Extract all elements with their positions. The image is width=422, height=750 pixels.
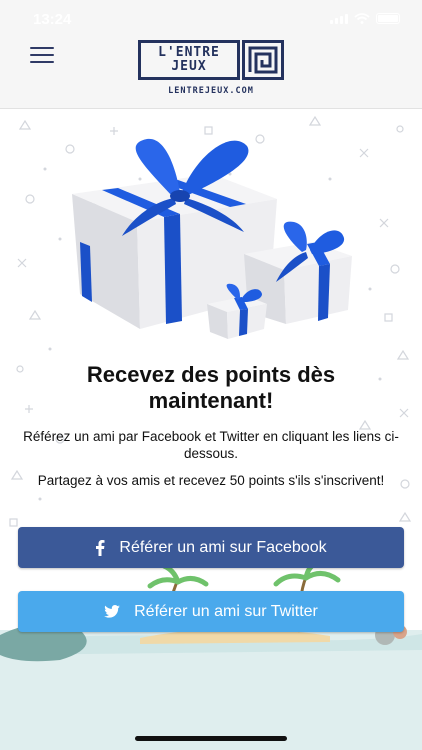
twitter-button-label: Référer un ami sur Twitter bbox=[134, 602, 318, 620]
logo-text-box: L'ENTRE JEUX bbox=[138, 40, 240, 80]
refer-facebook-button[interactable]: Référer un ami sur Facebook bbox=[18, 527, 404, 568]
status-icons bbox=[330, 13, 400, 24]
points-description-text: Partagez à vos amis et recevez 50 points… bbox=[37, 473, 385, 488]
page-title: Recevez des points dès maintenant! bbox=[86, 362, 336, 413]
logo-url: LENTREJEUX.COM bbox=[168, 86, 254, 96]
brand-logo: L'ENTRE JEUX LENTREJEUX.COM bbox=[138, 40, 284, 100]
beach-background-illustration bbox=[0, 560, 422, 750]
logo-line-1: L'ENTRE bbox=[158, 45, 220, 60]
facebook-button-label: Référer un ami sur Facebook bbox=[119, 538, 327, 556]
status-time: 13:24 bbox=[33, 11, 72, 28]
status-bar: 13:24 bbox=[0, 0, 422, 38]
gift-boxes-illustration bbox=[72, 138, 352, 339]
wifi-icon bbox=[354, 13, 370, 24]
twitter-icon bbox=[104, 605, 120, 618]
home-indicator[interactable] bbox=[135, 736, 287, 741]
battery-icon bbox=[376, 13, 400, 24]
description-text: Référez un ami par Facebook et Twitter e… bbox=[23, 429, 399, 461]
hamburger-menu-icon[interactable] bbox=[30, 47, 54, 63]
refer-twitter-button[interactable]: Référer un ami sur Twitter bbox=[18, 591, 404, 632]
maze-icon bbox=[242, 40, 284, 80]
facebook-icon bbox=[96, 539, 105, 556]
logo-line-2: JEUX bbox=[171, 59, 207, 74]
signal-icon bbox=[330, 14, 348, 24]
